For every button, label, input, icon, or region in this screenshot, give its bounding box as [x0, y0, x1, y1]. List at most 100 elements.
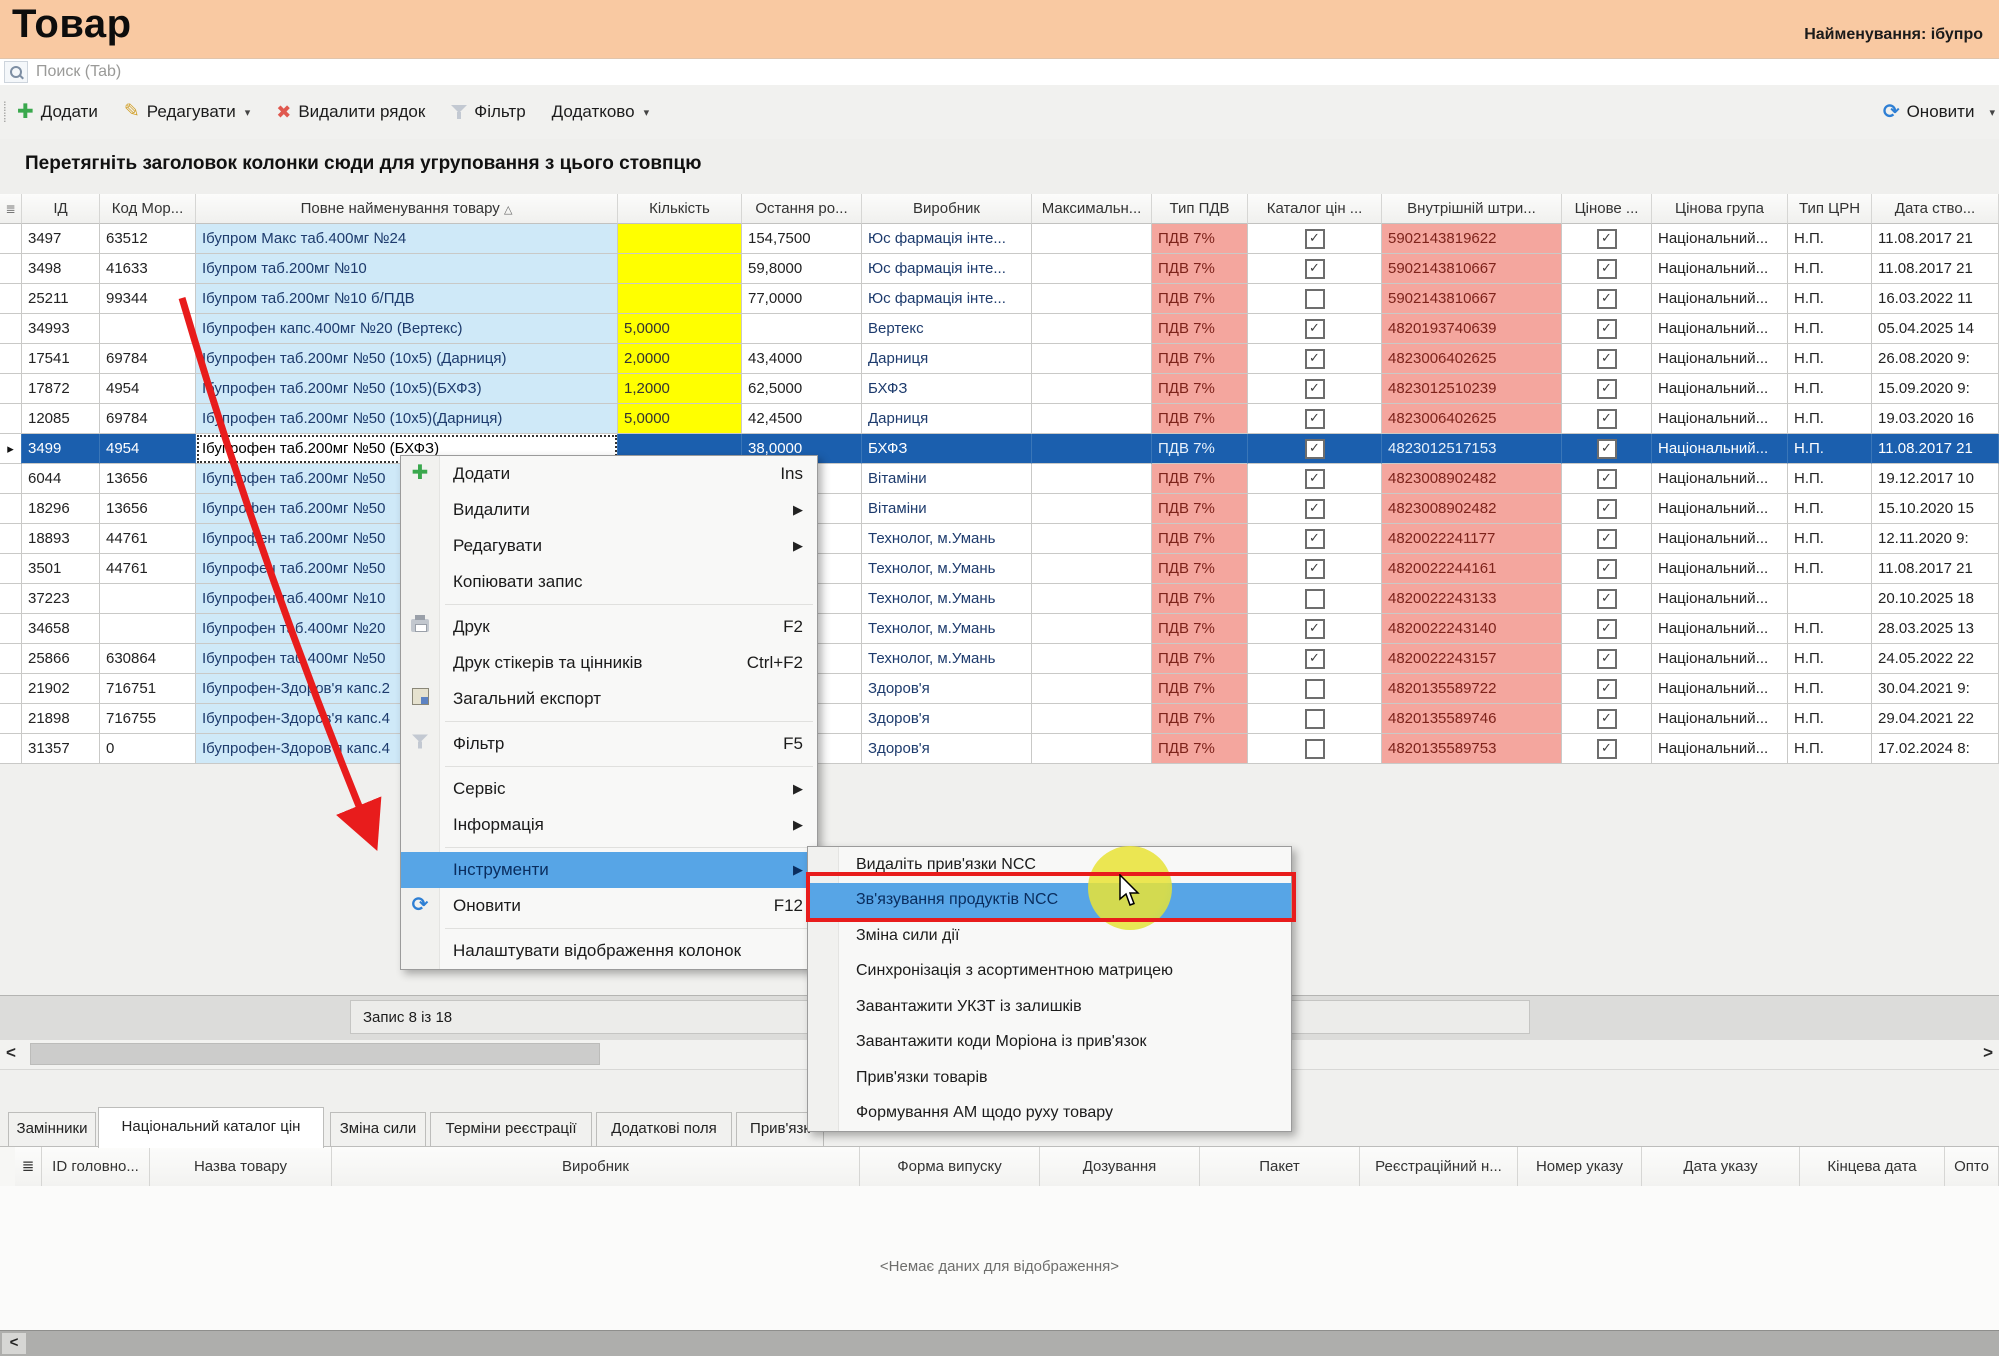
cell-manuf[interactable]: Юс фармація інте...	[862, 284, 1032, 314]
cell-date[interactable]: 15.09.2020 9:	[1872, 374, 1999, 404]
cell-crn[interactable]: Н.П.	[1788, 494, 1872, 524]
detail-column-header[interactable]: Опто	[1945, 1147, 1999, 1187]
price-checkbox[interactable]: ✓	[1597, 679, 1617, 699]
cell-pgroup[interactable]: Національний...	[1652, 254, 1788, 284]
cell-manuf[interactable]: Дарниця	[862, 404, 1032, 434]
add-button[interactable]: ✚Додати	[17, 102, 98, 122]
column-header-id[interactable]: ІД	[22, 194, 100, 224]
filter-button[interactable]: Фільтр	[451, 102, 525, 122]
table-row[interactable]: 1889344761Ібупрофен таб.200мг №50Техноло…	[0, 524, 1999, 554]
price-checkbox[interactable]: ✓	[1597, 349, 1617, 369]
cell-code[interactable]	[100, 314, 196, 344]
cell-id[interactable]: 34993	[22, 314, 100, 344]
cell-code[interactable]	[100, 584, 196, 614]
cell-catalog[interactable]	[1248, 734, 1382, 764]
cell-vat[interactable]: ПДВ 7%	[1152, 434, 1248, 464]
cell-id[interactable]: 37223	[22, 584, 100, 614]
column-header-price[interactable]: Цінове ...	[1562, 194, 1652, 224]
cell-pgroup[interactable]: Національний...	[1652, 704, 1788, 734]
cell-name[interactable]: Ібупрофен таб.200мг №50 (10х5) (Дарниця)	[196, 344, 618, 374]
cell-max[interactable]	[1032, 494, 1152, 524]
cell-ind[interactable]	[0, 464, 22, 494]
cell-pgroup[interactable]: Національний...	[1652, 374, 1788, 404]
cell-manuf[interactable]: Юс фармація інте...	[862, 224, 1032, 254]
cell-code[interactable]: 13656	[100, 494, 196, 524]
cell-max[interactable]	[1032, 254, 1152, 284]
cell-name[interactable]: Ібупрофен капс.400мг №20 (Вертекс)	[196, 314, 618, 344]
submenu-item-3[interactable]: Синхронізація з асортиментною матрицею	[808, 954, 1291, 990]
cell-catalog[interactable]: ✓	[1248, 464, 1382, 494]
detail-column-header[interactable]: Кінцева дата	[1800, 1147, 1945, 1187]
table-row[interactable]: 350144761Ібупрофен таб.200мг №50Технолог…	[0, 554, 1999, 584]
cell-vat[interactable]: ПДВ 7%	[1152, 254, 1248, 284]
cell-vat[interactable]: ПДВ 7%	[1152, 704, 1248, 734]
cell-price[interactable]: ✓	[1562, 254, 1652, 284]
refresh-button[interactable]: ⟳Оновити	[1883, 102, 1975, 122]
cell-vat[interactable]: ПДВ 7%	[1152, 674, 1248, 704]
detail-column-header[interactable]: Дата указу	[1642, 1147, 1800, 1187]
cell-catalog[interactable]: ✓	[1248, 614, 1382, 644]
cell-barcode[interactable]: 4820135589722	[1382, 674, 1562, 704]
cell-ind[interactable]	[0, 494, 22, 524]
tab-1[interactable]: Національний каталог цін	[98, 1107, 324, 1148]
cell-manuf[interactable]: Технолог, м.Умань	[862, 644, 1032, 674]
menu-item-14[interactable]: Інструменти▶	[401, 852, 817, 888]
cell-vat[interactable]: ПДВ 7%	[1152, 284, 1248, 314]
cell-name[interactable]: Ібупром таб.200мг №10	[196, 254, 618, 284]
cell-vat[interactable]: ПДВ 7%	[1152, 464, 1248, 494]
cell-code[interactable]: 716755	[100, 704, 196, 734]
cell-barcode[interactable]: 4823006402625	[1382, 404, 1562, 434]
cell-manuf[interactable]: Здоров'я	[862, 734, 1032, 764]
table-row[interactable]: 1754169784Ібупрофен таб.200мг №50 (10х5)…	[0, 344, 1999, 374]
catalog-checkbox[interactable]	[1305, 709, 1325, 729]
cell-catalog[interactable]: ✓	[1248, 554, 1382, 584]
cell-pgroup[interactable]: Національний...	[1652, 224, 1788, 254]
cell-ind[interactable]	[0, 374, 22, 404]
cell-ind[interactable]	[0, 314, 22, 344]
cell-code[interactable]: 69784	[100, 404, 196, 434]
catalog-checkbox[interactable]: ✓	[1305, 229, 1325, 249]
cell-ind[interactable]	[0, 734, 22, 764]
cell-pgroup[interactable]: Національний...	[1652, 554, 1788, 584]
cell-barcode[interactable]: 4823008902482	[1382, 464, 1562, 494]
detail-column-header[interactable]: Номер указу	[1518, 1147, 1642, 1187]
cell-barcode[interactable]: 4823006402625	[1382, 344, 1562, 374]
table-row[interactable]: 349763512Ібупром Макс таб.400мг №24154,7…	[0, 224, 1999, 254]
table-row[interactable]: 2521199344Ібупром таб.200мг №10 б/ПДВ77,…	[0, 284, 1999, 314]
detail-column-header[interactable]: Форма випуску	[860, 1147, 1040, 1187]
submenu-item-2[interactable]: Зміна сили дії	[808, 918, 1291, 954]
catalog-checkbox[interactable]: ✓	[1305, 259, 1325, 279]
column-header-code[interactable]: Код Мор...	[100, 194, 196, 224]
cell-vat[interactable]: ПДВ 7%	[1152, 314, 1248, 344]
cell-vat[interactable]: ПДВ 7%	[1152, 494, 1248, 524]
catalog-checkbox[interactable]: ✓	[1305, 409, 1325, 429]
price-checkbox[interactable]: ✓	[1597, 439, 1617, 459]
tab-3[interactable]: Терміни реєстрації	[430, 1112, 592, 1146]
cell-price[interactable]: ✓	[1562, 734, 1652, 764]
cell-vat[interactable]: ПДВ 7%	[1152, 614, 1248, 644]
cell-catalog[interactable]	[1248, 674, 1382, 704]
price-checkbox[interactable]: ✓	[1597, 499, 1617, 519]
cell-vat[interactable]: ПДВ 7%	[1152, 734, 1248, 764]
cell-name[interactable]: Ібупрофен таб.200мг №50 (10х5)(Дарниця)	[196, 404, 618, 434]
cell-code[interactable]: 44761	[100, 524, 196, 554]
cell-code[interactable]: 716751	[100, 674, 196, 704]
cell-catalog[interactable]: ✓	[1248, 224, 1382, 254]
column-header-manuf[interactable]: Виробник	[862, 194, 1032, 224]
cell-last[interactable]: 77,0000	[742, 284, 862, 314]
table-row[interactable]: 34993Ібупрофен капс.400мг №20 (Вертекс)5…	[0, 314, 1999, 344]
tab-2[interactable]: Зміна сили	[330, 1112, 426, 1146]
scrollbar-thumb[interactable]	[30, 1043, 600, 1065]
cell-max[interactable]	[1032, 404, 1152, 434]
cell-ind[interactable]	[0, 674, 22, 704]
cell-manuf[interactable]: БХФЗ	[862, 374, 1032, 404]
cell-manuf[interactable]: Вітаміни	[862, 494, 1032, 524]
cell-barcode[interactable]: 5902143819622	[1382, 224, 1562, 254]
table-row[interactable]: 1829613656Ібупрофен таб.200мг №50Вітамін…	[0, 494, 1999, 524]
cell-max[interactable]	[1032, 344, 1152, 374]
cell-price[interactable]: ✓	[1562, 674, 1652, 704]
price-checkbox[interactable]: ✓	[1597, 319, 1617, 339]
search-input[interactable]	[28, 63, 1999, 81]
table-row[interactable]: 313570Ібупрофен-Здоров'я капс.4Здоров'яП…	[0, 734, 1999, 764]
table-row[interactable]: 21902716751Ібупрофен-Здоров'я капс.2Здор…	[0, 674, 1999, 704]
